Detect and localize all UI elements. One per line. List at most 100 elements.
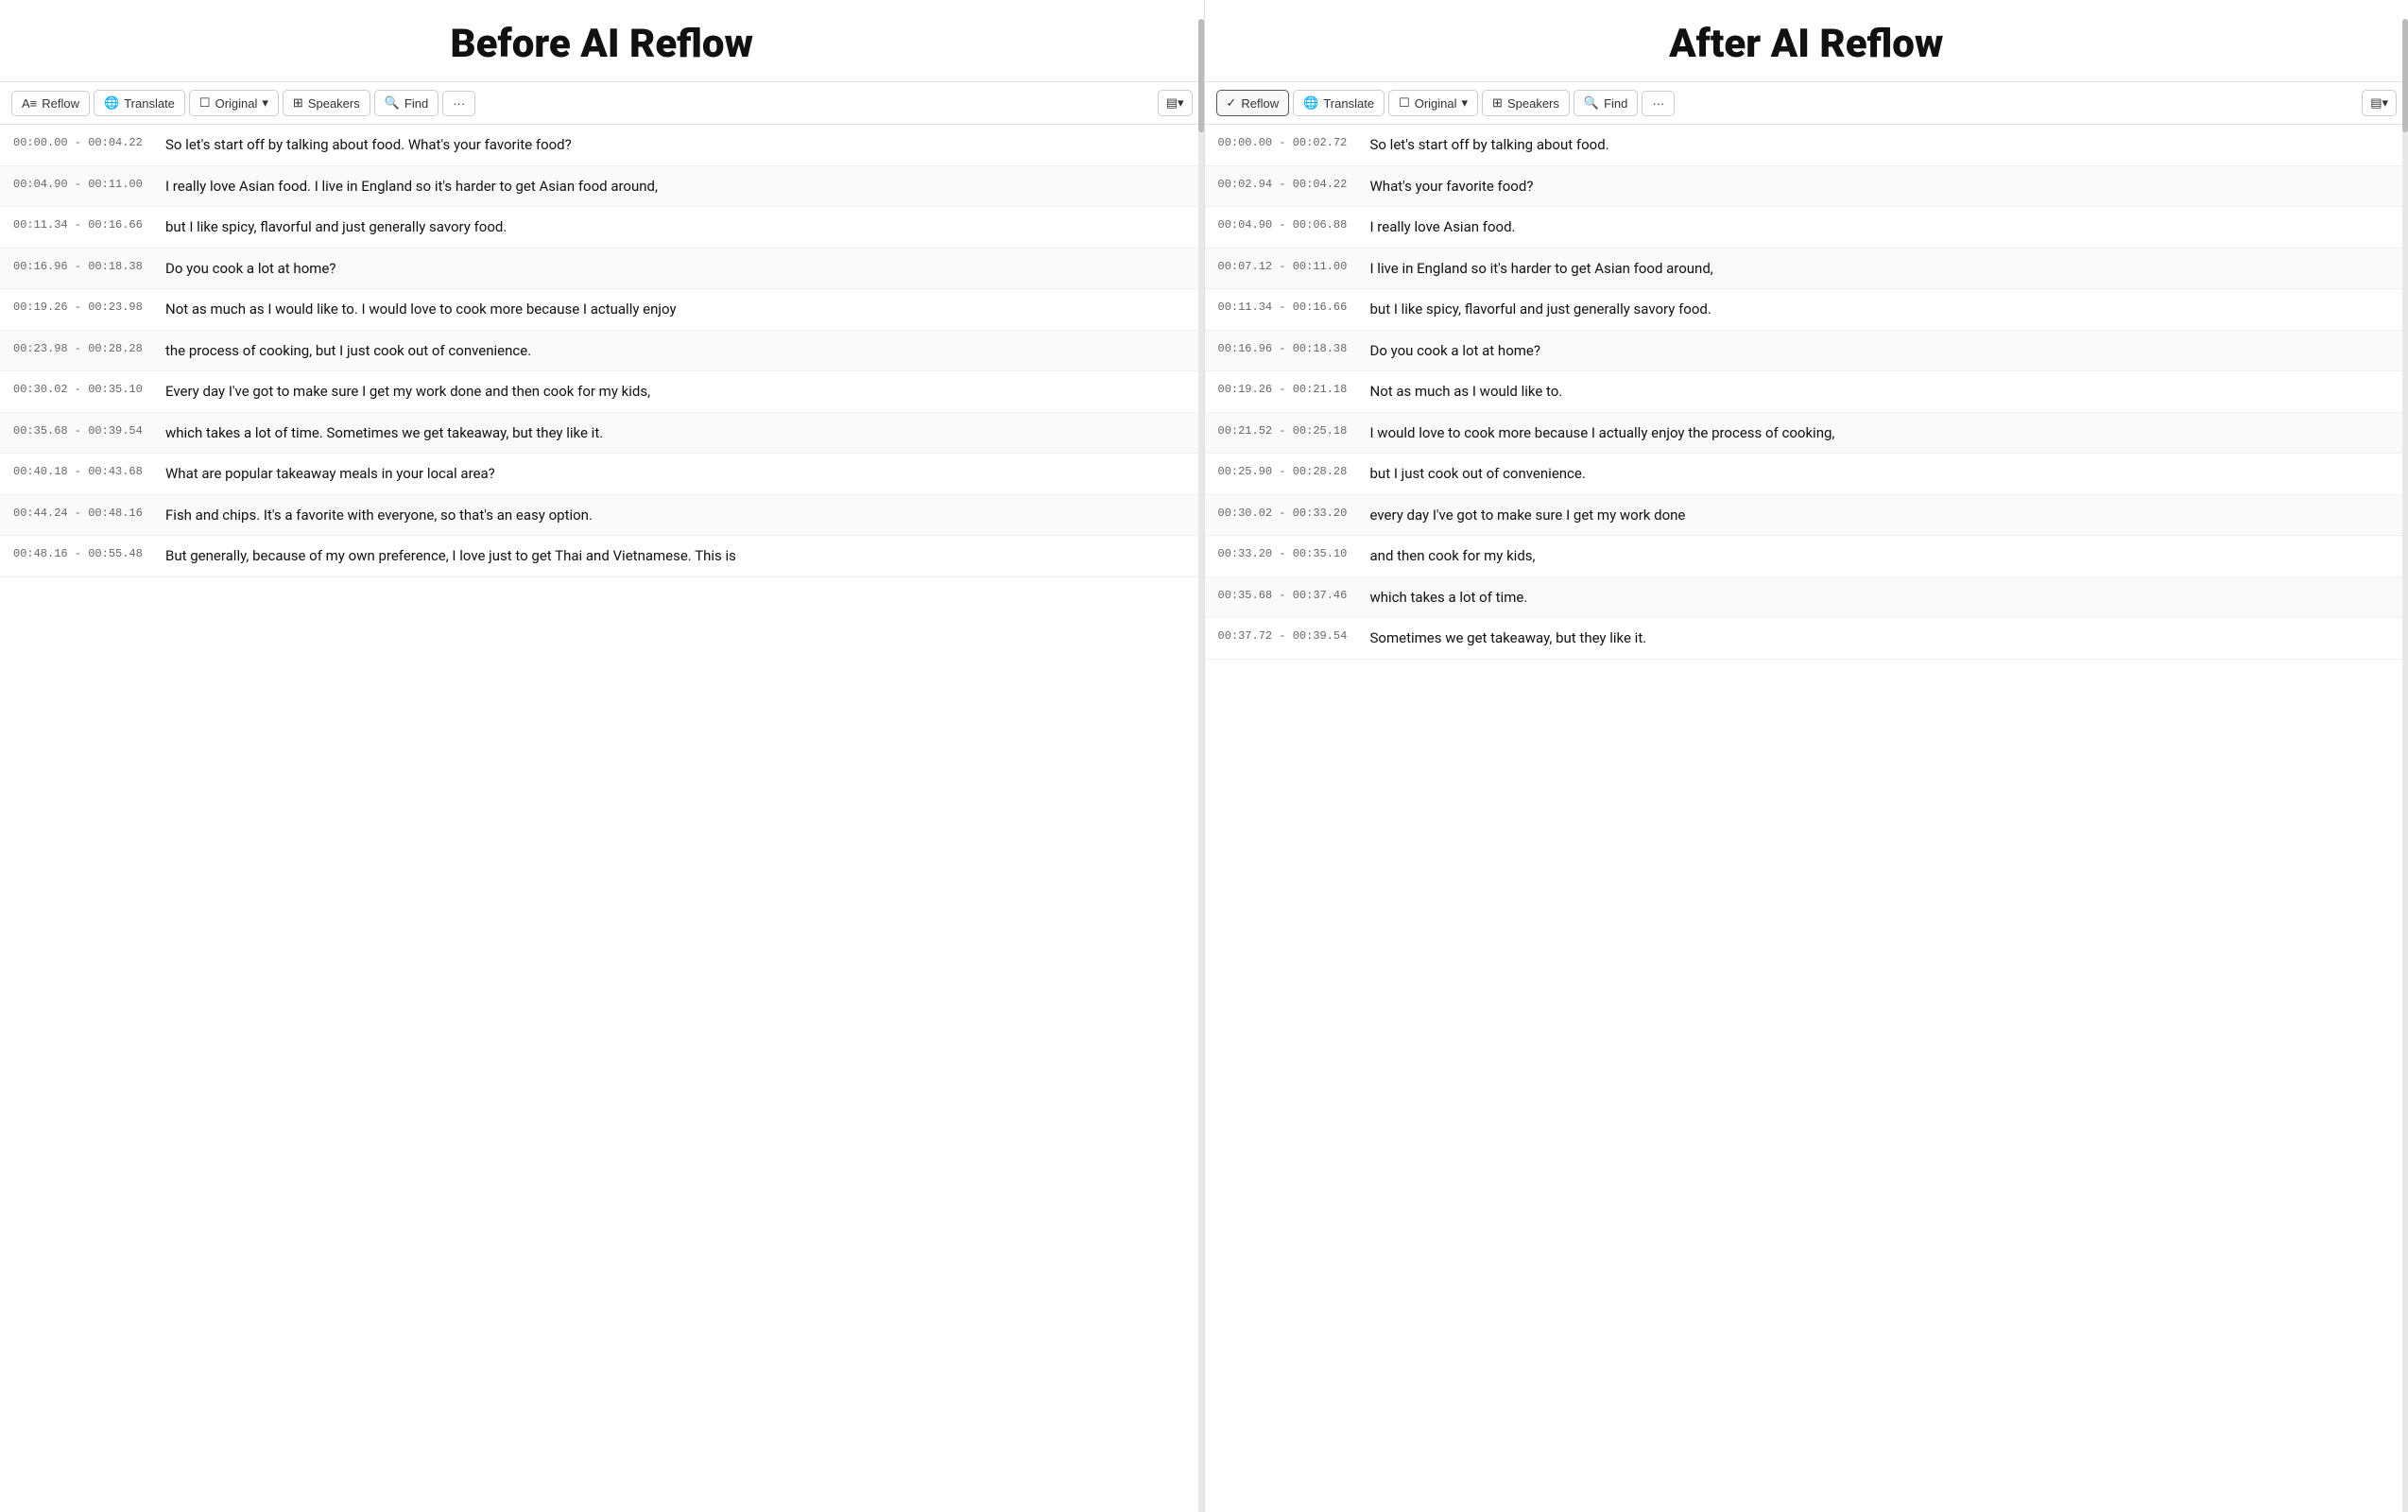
table-row: 00:35.68 - 00:37.46 which takes a lot of…	[1205, 577, 2403, 619]
table-row: 00:11.34 - 00:16.66 but I like spicy, fl…	[0, 207, 1198, 249]
right-find-button[interactable]: 🔍 Find	[1574, 90, 1638, 116]
timestamp: 00:16.96 - 00:18.38	[13, 258, 150, 273]
transcript-text: But generally, because of my own prefere…	[165, 545, 1185, 567]
table-row: 00:30.02 - 00:33.20 every day I've got t…	[1205, 495, 2403, 537]
table-row: 00:02.94 - 00:04.22 What's your favorite…	[1205, 166, 2403, 208]
table-row: 00:16.96 - 00:18.38 Do you cook a lot at…	[0, 249, 1198, 290]
right-original-button[interactable]: ☐ Original ▾	[1388, 90, 1478, 116]
transcript-text: What are popular takeaway meals in your …	[165, 463, 1185, 485]
right-translate-button[interactable]: 🌐 Translate	[1293, 90, 1385, 116]
table-row: 00:19.26 - 00:21.18 Not as much as I wou…	[1205, 371, 2403, 413]
transcript-text: I really love Asian food. I live in Engl…	[165, 176, 1185, 198]
right-layout-button[interactable]: ▤▾	[2362, 90, 2397, 116]
left-scrollbar-thumb[interactable]	[1198, 125, 1204, 132]
transcript-text: and then cook for my kids,	[1370, 545, 2390, 567]
transcript-text: So let's start off by talking about food…	[1370, 134, 2390, 156]
table-row: 00:23.98 - 00:28.28 the process of cooki…	[0, 331, 1198, 372]
left-scrollbar[interactable]	[1198, 125, 1204, 1512]
table-row: 00:21.52 - 00:25.18 I would love to cook…	[1205, 413, 2403, 455]
transcript-text: Not as much as I would like to. I would …	[165, 299, 1185, 320]
left-transcript-list: 00:00.00 - 00:04.22 So let's start off b…	[0, 125, 1198, 577]
right-scrollbar-thumb[interactable]	[2402, 125, 2408, 132]
table-row: 00:04.90 - 00:11.00 I really love Asian …	[0, 166, 1198, 208]
table-row: 00:04.90 - 00:06.88 I really love Asian …	[1205, 207, 2403, 249]
table-row: 00:37.72 - 00:39.54 Sometimes we get tak…	[1205, 618, 2403, 660]
timestamp: 00:40.18 - 00:43.68	[13, 463, 150, 478]
left-panel: Before AI Reflow A≡ Reflow 🌐 Translate ☐…	[0, 0, 1205, 1512]
timestamp: 00:25.90 - 00:28.28	[1218, 463, 1355, 478]
left-transcript-container[interactable]: 00:00.00 - 00:04.22 So let's start off b…	[0, 125, 1198, 1512]
table-row: 00:00.00 - 00:02.72 So let's start off b…	[1205, 125, 2403, 166]
timestamp: 00:07.12 - 00:11.00	[1218, 258, 1355, 273]
timestamp: 00:37.72 - 00:39.54	[1218, 627, 1355, 643]
transcript-text: I really love Asian food.	[1370, 216, 2390, 238]
transcript-text: Sometimes we get takeaway, but they like…	[1370, 627, 2390, 649]
left-speakers-button[interactable]: ⊞ Speakers	[283, 90, 370, 116]
left-panel-content: 00:00.00 - 00:04.22 So let's start off b…	[0, 125, 1204, 1512]
timestamp: 00:21.52 - 00:25.18	[1218, 422, 1355, 438]
right-panel: After AI Reflow ✓ Reflow 🌐 Translate ☐ O…	[1205, 0, 2408, 1512]
timestamp: 00:11.34 - 00:16.66	[13, 216, 150, 232]
timestamp: 00:30.02 - 00:33.20	[1218, 505, 1355, 520]
right-more-button[interactable]: ···	[1642, 91, 1675, 116]
right-panel-title: After AI Reflow	[1205, 0, 2408, 81]
table-row: 00:07.12 - 00:11.00 I live in England so…	[1205, 249, 2403, 290]
left-panel-title: Before AI Reflow	[0, 0, 1204, 81]
transcript-text: but I like spicy, flavorful and just gen…	[1370, 299, 2390, 320]
timestamp: 00:23.98 - 00:28.28	[13, 340, 150, 355]
left-reflow-button[interactable]: A≡ Reflow	[11, 91, 90, 116]
original-icon: ☐	[199, 95, 211, 111]
table-row: 00:25.90 - 00:28.28 but I just cook out …	[1205, 454, 2403, 495]
timestamp: 00:44.24 - 00:48.16	[13, 505, 150, 520]
transcript-text: but I like spicy, flavorful and just gen…	[165, 216, 1185, 238]
transcript-text: I would love to cook more because I actu…	[1370, 422, 2390, 444]
transcript-text: the process of cooking, but I just cook …	[165, 340, 1185, 362]
original-dropdown-icon: ▾	[1462, 95, 1469, 111]
speakers-icon: ⊞	[1492, 95, 1503, 111]
checkmark-icon: ✓	[1227, 95, 1237, 111]
transcript-text: Do you cook a lot at home?	[165, 258, 1185, 280]
speakers-icon: ⊞	[293, 95, 303, 111]
table-row: 00:35.68 - 00:39.54 which takes a lot of…	[0, 413, 1198, 455]
timestamp: 00:33.20 - 00:35.10	[1218, 545, 1355, 560]
timestamp: 00:02.94 - 00:04.22	[1218, 176, 1355, 191]
transcript-text: which takes a lot of time. Sometimes we …	[165, 422, 1185, 444]
transcript-text: but I just cook out of convenience.	[1370, 463, 2390, 485]
layout-icon: ▤▾	[2370, 95, 2388, 110]
table-row: 00:11.34 - 00:16.66 but I like spicy, fl…	[1205, 289, 2403, 331]
original-icon: ☐	[1399, 95, 1410, 111]
reflow-icon: A≡	[22, 96, 37, 111]
right-speakers-button[interactable]: ⊞ Speakers	[1482, 90, 1570, 116]
left-find-button[interactable]: 🔍 Find	[374, 90, 439, 116]
timestamp: 00:04.90 - 00:06.88	[1218, 216, 1355, 232]
timestamp: 00:00.00 - 00:04.22	[13, 134, 150, 149]
left-translate-button[interactable]: 🌐 Translate	[94, 90, 185, 116]
table-row: 00:00.00 - 00:04.22 So let's start off b…	[0, 125, 1198, 166]
translate-icon: 🌐	[1303, 95, 1318, 111]
left-more-button[interactable]: ···	[442, 91, 475, 116]
table-row: 00:33.20 - 00:35.10 and then cook for my…	[1205, 536, 2403, 577]
table-row: 00:48.16 - 00:55.48 But generally, becau…	[0, 536, 1198, 577]
timestamp: 00:19.26 - 00:21.18	[1218, 381, 1355, 396]
right-panel-content: 00:00.00 - 00:02.72 So let's start off b…	[1205, 125, 2408, 1512]
right-toolbar: ✓ Reflow 🌐 Translate ☐ Original ▾ ⊞ Spea…	[1205, 81, 2408, 125]
table-row: 00:16.96 - 00:18.38 Do you cook a lot at…	[1205, 331, 2403, 372]
timestamp: 00:35.68 - 00:37.46	[1218, 587, 1355, 602]
transcript-text: I live in England so it's harder to get …	[1370, 258, 2390, 280]
timestamp: 00:11.34 - 00:16.66	[1218, 299, 1355, 314]
transcript-text: which takes a lot of time.	[1370, 587, 2390, 609]
find-icon: 🔍	[385, 95, 400, 111]
transcript-text: every day I've got to make sure I get my…	[1370, 505, 2390, 526]
transcript-text: Do you cook a lot at home?	[1370, 340, 2390, 362]
left-layout-button[interactable]: ▤▾	[1158, 90, 1193, 116]
right-scrollbar[interactable]	[2402, 125, 2408, 1512]
timestamp: 00:00.00 - 00:02.72	[1218, 134, 1355, 149]
timestamp: 00:48.16 - 00:55.48	[13, 545, 150, 560]
left-original-button[interactable]: ☐ Original ▾	[189, 90, 279, 116]
transcript-text: Fish and chips. It's a favorite with eve…	[165, 505, 1185, 526]
right-reflow-button[interactable]: ✓ Reflow	[1216, 90, 1290, 116]
timestamp: 00:19.26 - 00:23.98	[13, 299, 150, 314]
page-wrapper: Before AI Reflow A≡ Reflow 🌐 Translate ☐…	[0, 0, 2408, 1512]
table-row: 00:44.24 - 00:48.16 Fish and chips. It's…	[0, 495, 1198, 537]
right-transcript-container[interactable]: 00:00.00 - 00:02.72 So let's start off b…	[1205, 125, 2403, 1512]
